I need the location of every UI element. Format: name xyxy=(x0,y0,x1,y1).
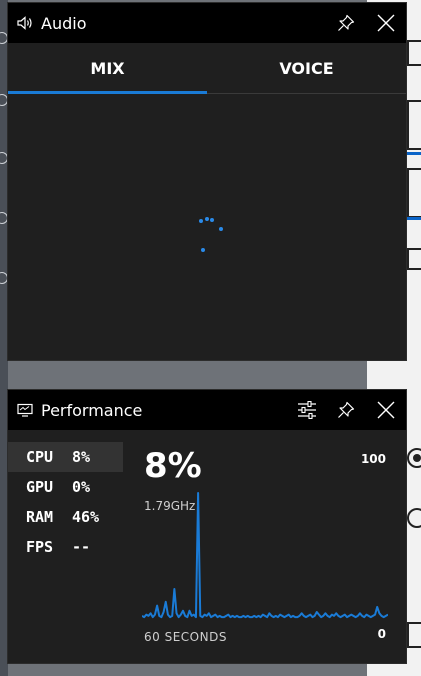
metric-value: -- xyxy=(72,538,91,556)
metric-name: FPS xyxy=(26,538,54,556)
audio-titlebar[interactable]: Audio xyxy=(8,3,406,43)
pin-icon[interactable] xyxy=(334,398,358,422)
background-radio xyxy=(407,448,421,468)
performance-monitor-icon xyxy=(17,402,33,418)
performance-widget: Performance CPU 8% GPU 0% RAM 46% FPS --… xyxy=(8,390,406,663)
metric-value: 0% xyxy=(72,478,91,496)
performance-titlebar[interactable]: Performance xyxy=(8,390,406,430)
cpu-usage-series-line xyxy=(142,492,388,619)
graph-duration-label: 60 SECONDS xyxy=(144,630,227,644)
background-icon xyxy=(0,272,8,284)
background-field xyxy=(407,100,421,150)
background-icon xyxy=(0,32,8,44)
metric-value: 46% xyxy=(72,508,100,526)
metric-cpu[interactable]: CPU 8% xyxy=(8,442,123,472)
speaker-icon xyxy=(17,15,33,31)
pin-icon[interactable] xyxy=(334,11,358,35)
background-field xyxy=(407,168,421,218)
audio-widget: Audio MIX VOICE xyxy=(8,3,406,360)
tab-mix[interactable]: MIX xyxy=(8,43,207,94)
loading-spinner-dot xyxy=(210,218,214,222)
graph-max-label: 100 xyxy=(360,452,386,466)
metric-name: GPU xyxy=(26,478,54,496)
background-icon xyxy=(0,94,8,106)
background-icon xyxy=(0,212,8,224)
background-strip xyxy=(0,0,8,676)
audio-tabs: MIX VOICE xyxy=(8,43,406,94)
metric-value: 8% xyxy=(72,448,91,466)
metrics-list: CPU 8% GPU 0% RAM 46% FPS -- xyxy=(8,442,123,562)
loading-spinner-dot xyxy=(205,217,209,221)
background-accent xyxy=(407,217,421,220)
loading-spinner-dot xyxy=(201,248,205,252)
background-radio xyxy=(407,508,421,528)
background-field xyxy=(407,622,421,648)
sliders-icon[interactable] xyxy=(295,398,319,422)
close-icon[interactable] xyxy=(374,11,398,35)
tab-voice[interactable]: VOICE xyxy=(207,43,406,93)
background-field xyxy=(407,40,421,66)
metric-fps[interactable]: FPS -- xyxy=(8,532,123,562)
metric-ram[interactable]: RAM 46% xyxy=(8,502,123,532)
metric-name: CPU xyxy=(26,448,54,466)
background-icon xyxy=(0,152,8,164)
audio-title: Audio xyxy=(41,13,87,33)
background-checkbox xyxy=(407,248,421,270)
performance-title: Performance xyxy=(41,400,143,420)
current-usage-percent: 8% xyxy=(144,446,202,486)
cpu-usage-graph xyxy=(142,492,388,619)
performance-body: CPU 8% GPU 0% RAM 46% FPS -- 8% 1.79GHz … xyxy=(8,430,406,663)
loading-spinner-dot xyxy=(219,227,223,231)
audio-content-loading xyxy=(8,94,406,360)
metric-gpu[interactable]: GPU 0% xyxy=(8,472,123,502)
background-accent xyxy=(407,152,421,155)
metric-name: RAM xyxy=(26,508,54,526)
loading-spinner-dot xyxy=(199,219,203,223)
close-icon[interactable] xyxy=(374,398,398,422)
graph-min-label: 0 xyxy=(377,627,386,641)
